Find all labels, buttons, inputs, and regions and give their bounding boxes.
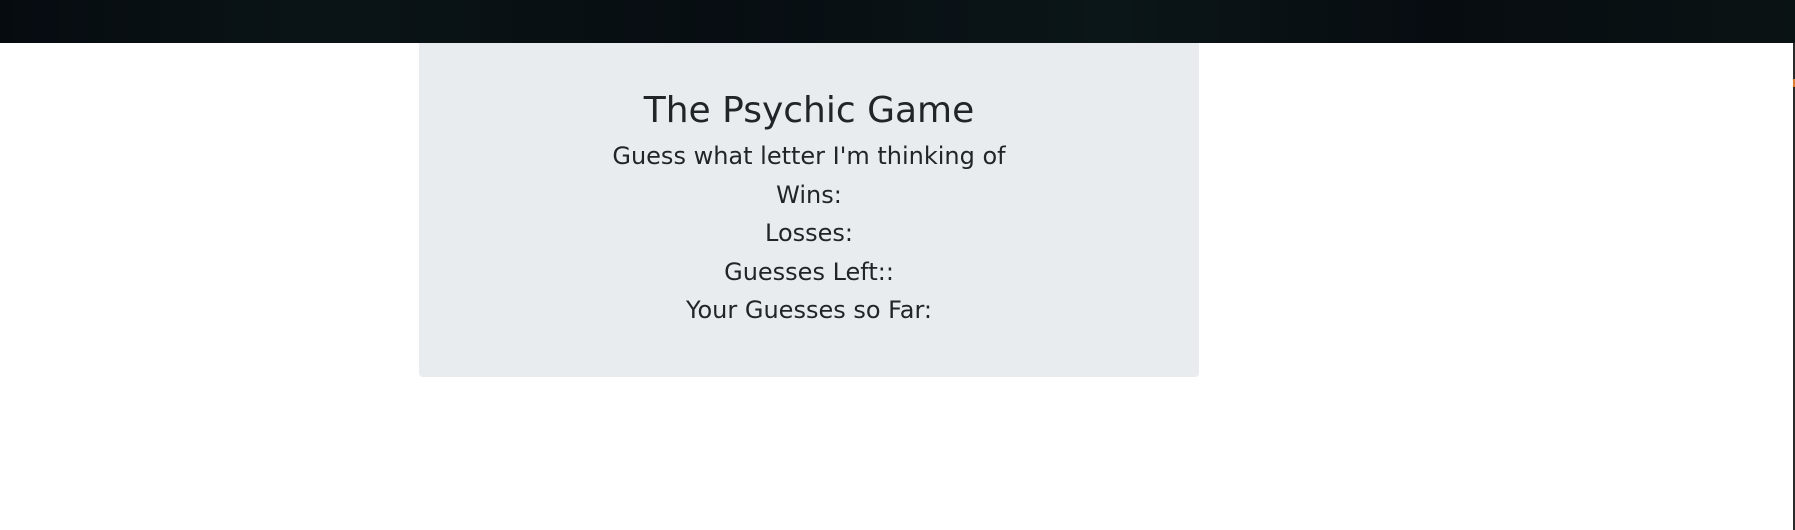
wins-label: Wins:	[776, 181, 842, 209]
guesses-so-far-label: Your Guesses so Far:	[686, 296, 932, 324]
game-subtitle: Guess what letter I'm thinking of	[612, 142, 1006, 170]
page-title: The Psychic Game	[643, 90, 975, 131]
guesses-left-label: Guesses Left::	[724, 258, 894, 286]
losses-label: Losses:	[765, 219, 853, 247]
top-banner	[0, 0, 1795, 43]
game-panel: The Psychic Game Guess what letter I'm t…	[419, 43, 1199, 377]
